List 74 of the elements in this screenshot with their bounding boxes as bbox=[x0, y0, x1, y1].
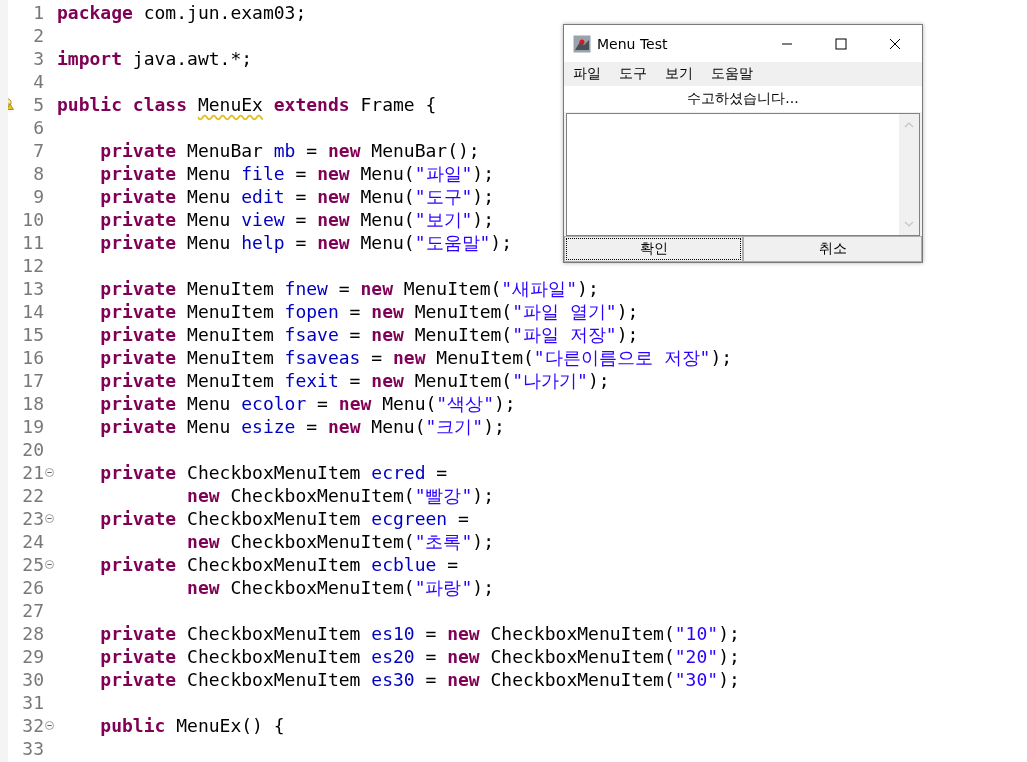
message-label: 수고하셨습니다... bbox=[687, 90, 799, 108]
collapse-icon[interactable] bbox=[45, 468, 54, 477]
code-line: new CheckboxMenuItem("초록"); bbox=[186, 529, 494, 554]
line-number: 11 bbox=[22, 232, 44, 253]
line-number: 16 bbox=[22, 347, 44, 368]
collapse-icon[interactable] bbox=[45, 560, 54, 569]
code-line: private CheckboxMenuItem es20 = new CheckboxMenuItem("20"); bbox=[99, 646, 740, 667]
line-number: 33 bbox=[22, 738, 44, 759]
line-number: 8 bbox=[33, 163, 44, 184]
code-line: private Menu file = new Menu("파일"); bbox=[99, 161, 495, 186]
line-number: 14 bbox=[22, 301, 44, 322]
line-number: 1 bbox=[33, 2, 44, 23]
collapse-icon[interactable] bbox=[45, 721, 54, 730]
code-line: private CheckboxMenuItem ecred = bbox=[99, 462, 448, 483]
line-number: 23 bbox=[22, 508, 44, 529]
code-line: private CheckboxMenuItem ecblue = bbox=[99, 554, 458, 575]
menu-item[interactable]: 보기 bbox=[665, 65, 693, 83]
line-number: 4 bbox=[33, 71, 44, 92]
code-line: private Menu ecolor = new Menu("색상"); bbox=[99, 391, 516, 416]
line-number: 10 bbox=[22, 209, 44, 230]
code-line: import java.awt.*; bbox=[57, 48, 253, 69]
line-number: 15 bbox=[22, 324, 44, 345]
code-line: new CheckboxMenuItem("파랑"); bbox=[186, 575, 494, 600]
ok-button[interactable]: 확인 bbox=[564, 236, 743, 262]
line-number: 27 bbox=[22, 600, 44, 621]
window-title: Menu Test bbox=[597, 35, 668, 52]
menu-item[interactable]: 도움말 bbox=[711, 65, 753, 83]
line-number: 7 bbox=[33, 140, 44, 161]
line-number: 24 bbox=[22, 531, 44, 552]
code-line: private MenuItem fexit = new MenuItem("나가기"); bbox=[99, 368, 610, 393]
code-line: private CheckboxMenuItem es10 = new CheckboxMenuItem("10"); bbox=[99, 623, 740, 644]
line-number: 21 bbox=[22, 462, 44, 483]
line-number: 3 bbox=[33, 48, 44, 69]
cancel-button[interactable]: 취소 bbox=[743, 236, 922, 262]
line-number: 17 bbox=[22, 370, 44, 391]
line-number: 20 bbox=[22, 439, 44, 460]
line-number: 2 bbox=[33, 25, 44, 46]
code-line: private Menu help = new Menu("도움말"); bbox=[99, 230, 513, 255]
code-line: private Menu edit = new Menu("도구"); bbox=[99, 184, 495, 209]
line-number: 30 bbox=[22, 669, 44, 690]
close-icon bbox=[889, 37, 901, 50]
code-line: private CheckboxMenuItem es30 = new CheckboxMenuItem("30"); bbox=[99, 669, 740, 690]
code-line: private CheckboxMenuItem ecgreen = bbox=[99, 508, 469, 529]
app-icon bbox=[573, 34, 591, 53]
line-number: 6 bbox=[33, 117, 44, 138]
line-number: 29 bbox=[22, 646, 44, 667]
code-line: private MenuItem fnew = new MenuItem("새파일"); bbox=[99, 276, 599, 301]
line-number: 32 bbox=[22, 715, 44, 736]
code-line: private MenuItem fsaveas = new MenuItem("다른이름으로 저장"); bbox=[99, 345, 733, 370]
code-line: private Menu esize = new Menu("크기"); bbox=[99, 414, 505, 439]
collapse-icon[interactable] bbox=[45, 514, 54, 523]
line-number: 9 bbox=[33, 186, 44, 207]
line-number: 18 bbox=[22, 393, 44, 414]
maximize-icon bbox=[835, 37, 847, 50]
code-line: private MenuItem fopen = new MenuItem("파일 열기"); bbox=[99, 299, 639, 324]
menu-item[interactable]: 파일 bbox=[573, 65, 601, 83]
line-number: 22 bbox=[22, 485, 44, 506]
line-number: 26 bbox=[22, 577, 44, 598]
line-number: 13 bbox=[22, 278, 44, 299]
code-line: private Menu view = new Menu("보기"); bbox=[99, 207, 495, 232]
line-number: 28 bbox=[22, 623, 44, 644]
code-line: package com.jun.exam03; bbox=[57, 2, 307, 23]
line-number: 12 bbox=[22, 255, 44, 276]
line-number: 25 bbox=[22, 554, 44, 575]
menu-item[interactable]: 도구 bbox=[619, 65, 647, 83]
code-line: new CheckboxMenuItem("빨강"); bbox=[186, 483, 494, 508]
code-line: public class MenuEx extends Frame { bbox=[57, 94, 437, 115]
text-area[interactable] bbox=[566, 113, 920, 236]
line-number: 19 bbox=[22, 416, 44, 437]
code-line: public MenuEx() { bbox=[99, 715, 285, 736]
code-line: private MenuBar mb = new MenuBar(); bbox=[99, 140, 480, 161]
code-line: private MenuItem fsave = new MenuItem("파일 저장"); bbox=[99, 322, 639, 347]
line-number: 31 bbox=[22, 692, 44, 713]
line-number: 5 bbox=[33, 94, 44, 115]
